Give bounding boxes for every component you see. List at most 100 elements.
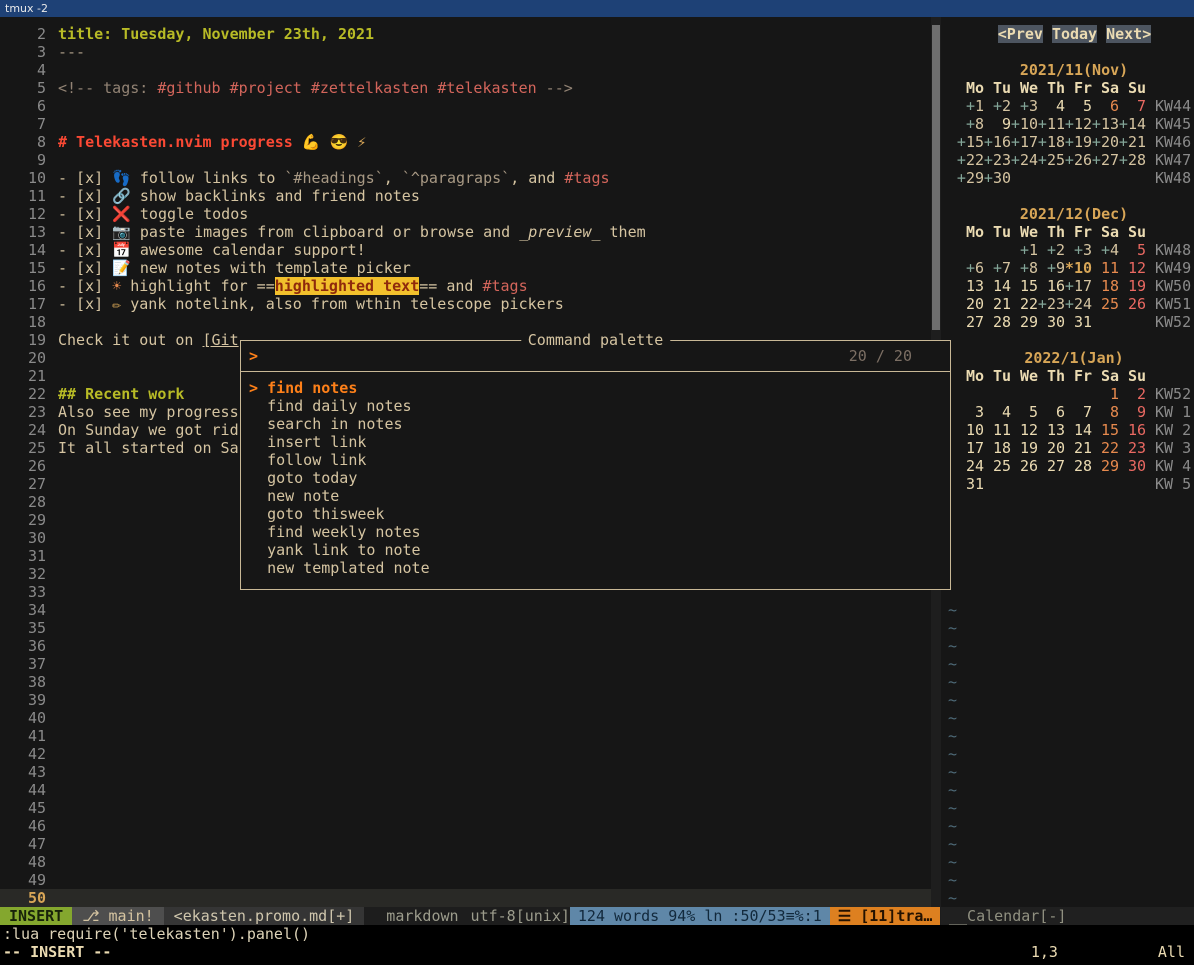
calendar-day[interactable]: +24 [1011,151,1038,169]
calendar-day[interactable]: +16 [984,133,1011,151]
calendar-day[interactable]: 25 [1092,295,1119,313]
calendar-day[interactable]: 2 [1119,385,1146,403]
editor-line[interactable]: 45 [0,799,931,817]
editor-line[interactable]: 46 [0,817,931,835]
calendar-day[interactable]: 12 [1119,259,1146,277]
calendar-day[interactable]: 11 [984,421,1011,439]
calendar-day[interactable]: 4 [984,403,1011,421]
calendar-day[interactable]: +28 [1119,151,1146,169]
palette-item[interactable]: find weekly notes [241,523,950,541]
calendar-day[interactable]: 23 [1119,439,1146,457]
calendar-day[interactable]: 12 [1011,421,1038,439]
editor-line[interactable]: 36 [0,637,931,655]
calendar-day[interactable]: +3 [1065,241,1092,259]
calendar-day[interactable]: 21 [1065,439,1092,457]
editor-line[interactable]: 14- [x] 📅 awesome calendar support! [0,241,931,259]
palette-item[interactable]: search in notes [241,415,950,433]
editor-line[interactable]: 49 [0,871,931,889]
editor-line[interactable]: 38 [0,673,931,691]
editor-line[interactable]: 18 [0,313,931,331]
calendar-day[interactable]: +27 [1092,151,1119,169]
buffer-badge[interactable]: ☰ [11]tra… [830,907,941,925]
calendar-day[interactable]: 31 [1065,313,1092,331]
command-line[interactable]: :lua require('telekasten').panel() [0,925,1194,943]
calendar-day[interactable]: +3 [1011,97,1038,115]
calendar-day[interactable]: 27 [957,313,984,331]
calendar-day[interactable]: +18 [1038,133,1065,151]
calendar-day[interactable]: +6 [957,259,984,277]
calendar-day[interactable]: 22 [1011,295,1038,313]
palette-item[interactable]: new note [241,487,950,505]
calendar-prev-button[interactable]: <Prev [998,25,1043,43]
calendar-day[interactable]: 29 [1011,313,1038,331]
calendar-day[interactable]: 5 [1119,241,1146,259]
calendar-day[interactable]: 3 [957,403,984,421]
calendar-day[interactable]: +15 [957,133,984,151]
calendar-day[interactable]: 4 [1038,97,1065,115]
palette-item[interactable]: goto thisweek [241,505,950,523]
calendar-day[interactable]: 18 [1092,277,1119,295]
calendar-day[interactable]: +23 [1038,295,1065,313]
calendar-day[interactable]: 31 [957,475,984,493]
editor-line[interactable]: 34 [0,601,931,619]
calendar-day[interactable]: 15 [1011,277,1038,295]
calendar-day[interactable]: 26 [1119,295,1146,313]
calendar-day[interactable]: 10 [957,421,984,439]
calendar-day[interactable]: 21 [984,295,1011,313]
editor-line[interactable]: 6 [0,97,931,115]
editor-line[interactable]: 13- [x] 📷 paste images from clipboard or… [0,223,931,241]
calendar-day[interactable]: 7 [1119,97,1146,115]
calendar-day[interactable]: 29 [1092,457,1119,475]
calendar-day[interactable]: +17 [1065,277,1092,295]
palette-item[interactable]: insert link [241,433,950,451]
calendar-day[interactable]: 25 [984,457,1011,475]
calendar-day[interactable]: 5 [1065,97,1092,115]
editor-line[interactable]: 15- [x] 📝 new notes with template picker [0,259,931,277]
calendar-day[interactable]: 30 [1119,457,1146,475]
calendar-day[interactable]: +2 [984,97,1011,115]
editor-line[interactable]: 43 [0,763,931,781]
calendar-day[interactable]: 24 [957,457,984,475]
calendar-day[interactable]: 15 [1092,421,1119,439]
calendar-day[interactable]: +1 [957,97,984,115]
calendar-today-button[interactable]: Today [1052,25,1097,43]
calendar-day[interactable]: +25 [1038,151,1065,169]
calendar-day[interactable]: 6 [1092,97,1119,115]
editor-line[interactable]: 8# Telekasten.nvim progress 💪 😎 ⚡ [0,133,931,151]
editor-line[interactable]: 3--- [0,43,931,61]
calendar-day[interactable]: 27 [1038,457,1065,475]
calendar-day[interactable]: 16 [1119,421,1146,439]
calendar-day[interactable]: +24 [1065,295,1092,313]
editor-line[interactable]: 4 [0,61,931,79]
editor-line[interactable]: 47 [0,835,931,853]
calendar-day[interactable]: 20 [1038,439,1065,457]
editor-line[interactable]: 10- [x] 👣 follow links to `#headings`, `… [0,169,931,187]
calendar-day[interactable]: 26 [1011,457,1038,475]
calendar-day[interactable]: *10 [1065,259,1092,277]
editor-line[interactable]: 16- [x] ☀ highlight for ==highlighted te… [0,277,931,295]
editor-line[interactable]: 41 [0,727,931,745]
calendar-day[interactable]: 9 [1119,403,1146,421]
calendar-day[interactable]: +17 [1011,133,1038,151]
editor-line[interactable]: 48 [0,853,931,871]
calendar-day[interactable]: +29 [957,169,984,187]
editor-line[interactable]: 11- [x] 🔗 show backlinks and friend note… [0,187,931,205]
editor-line[interactable]: 35 [0,619,931,637]
calendar-day[interactable]: +2 [1038,241,1065,259]
editor-line[interactable]: 40 [0,709,931,727]
calendar-day[interactable]: +12 [1065,115,1092,133]
calendar-day[interactable]: +11 [1038,115,1065,133]
calendar-day[interactable]: +1 [1011,241,1038,259]
calendar-day[interactable]: +19 [1065,133,1092,151]
editor-line[interactable]: 50 [0,889,931,907]
calendar-day[interactable]: 8 [1092,403,1119,421]
calendar-day[interactable]: +4 [1092,241,1119,259]
editor-line[interactable]: 39 [0,691,931,709]
calendar-day[interactable]: 16 [1038,277,1065,295]
editor-line[interactable]: 37 [0,655,931,673]
calendar-day[interactable]: 19 [1119,277,1146,295]
calendar-next-button[interactable]: Next> [1106,25,1151,43]
scrollbar-thumb[interactable] [932,25,940,330]
git-branch[interactable]: ⎇ main! [72,907,163,925]
calendar-day[interactable]: +14 [1119,115,1146,133]
